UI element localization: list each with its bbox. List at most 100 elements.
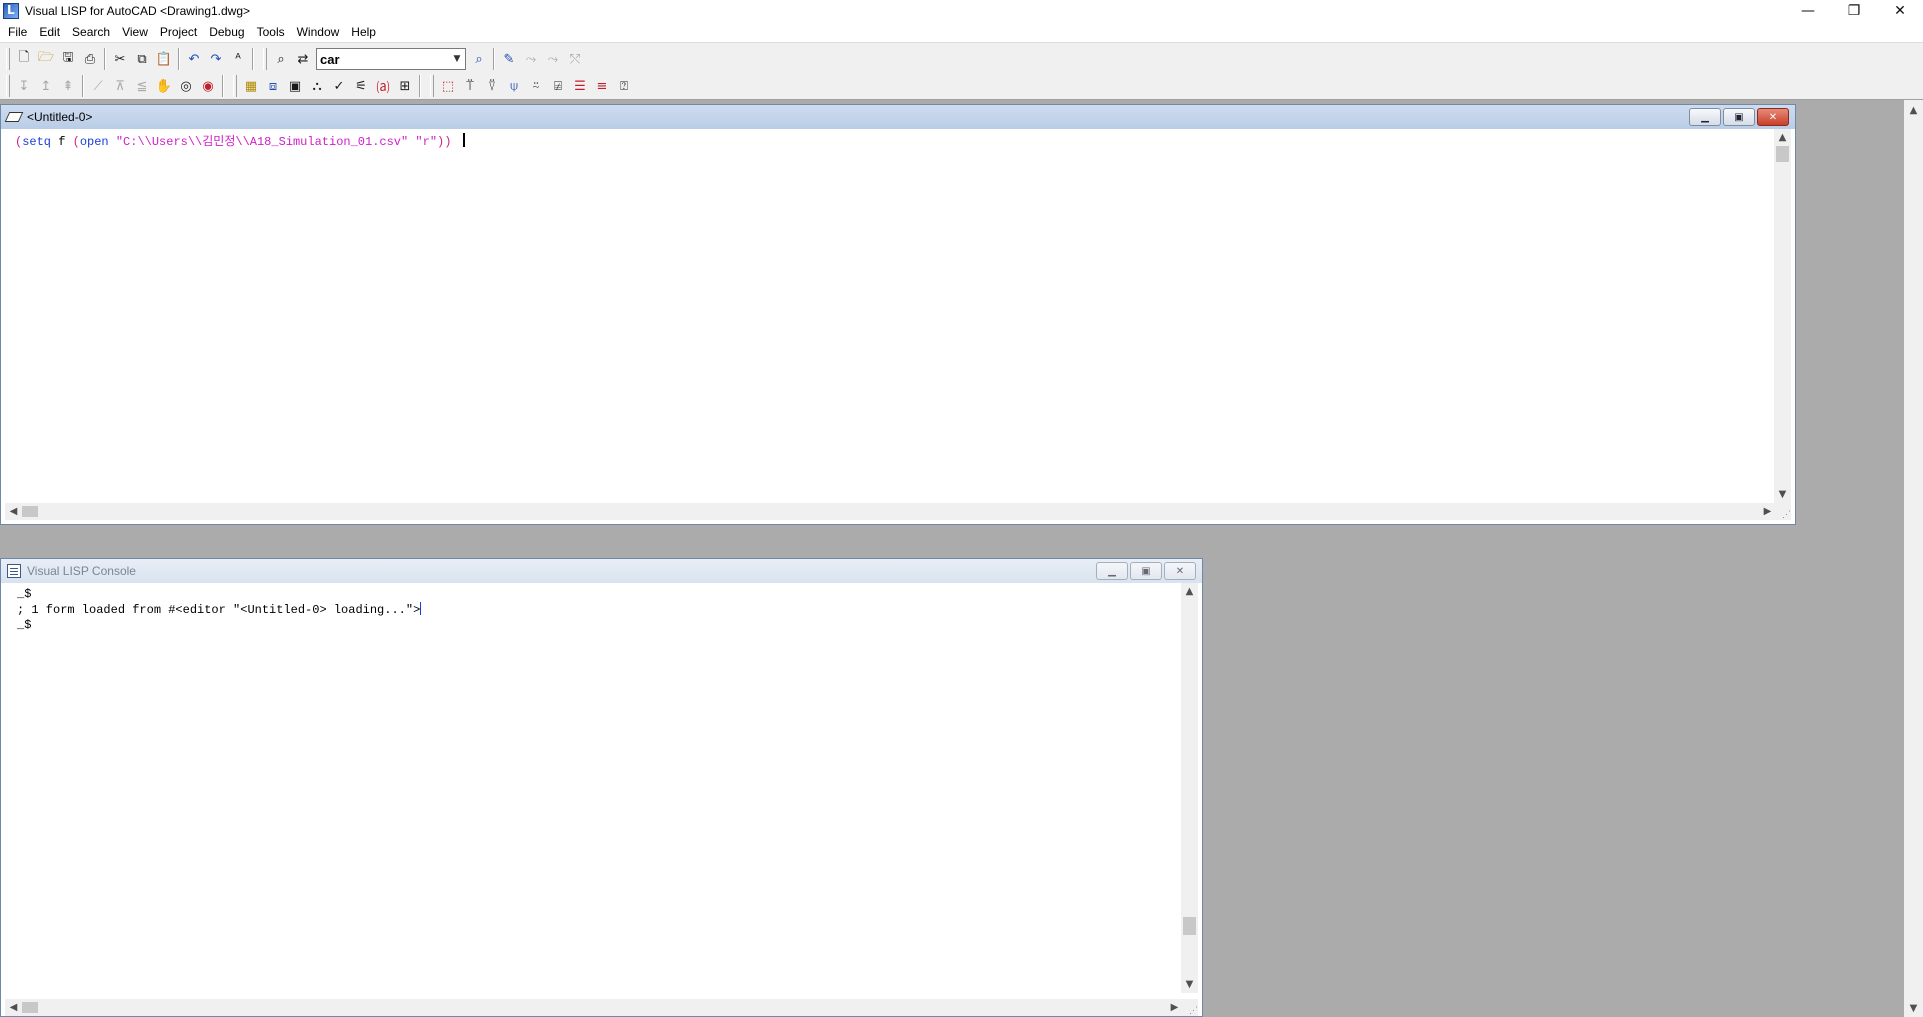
toolbar-grip[interactable]	[263, 48, 267, 70]
editor-caption[interactable]: <Untitled-0> ▁ ▣ ✕	[1, 105, 1795, 129]
resize-grip-icon[interactable]: ⋰	[1774, 503, 1791, 520]
menu-help[interactable]: Help	[345, 22, 382, 42]
trace-icon[interactable]: ⍢	[481, 75, 503, 97]
apropos-icon[interactable]: ⍨	[525, 75, 547, 97]
list-callers-icon[interactable]: ≡	[591, 75, 613, 97]
scroll-down-arrow-icon[interactable]: ▼	[1181, 976, 1198, 993]
editor-document-icon	[4, 112, 24, 122]
menu-edit[interactable]: Edit	[33, 22, 66, 42]
restore-button[interactable]: ❐	[1831, 0, 1877, 22]
console-cursor	[420, 602, 422, 615]
replace-icon[interactable]: ⇄	[292, 48, 314, 70]
find-binoculars-icon[interactable]: ⌕	[270, 48, 292, 70]
menu-view[interactable]: View	[116, 22, 154, 42]
scroll-up-arrow-icon[interactable]: ▲	[1904, 102, 1923, 119]
save-icon[interactable]: 🖫	[57, 48, 79, 70]
step-over-icon: ↥	[40, 78, 52, 94]
editor-vertical-scrollbar[interactable]: ▲ ▼	[1774, 129, 1791, 503]
scroll-up-arrow-icon[interactable]: ▲	[1181, 583, 1198, 600]
editor-horizontal-scrollbar[interactable]: ◀ ▶	[5, 503, 1776, 520]
console-horizontal-scrollbar[interactable]: ◀ ▶	[5, 999, 1183, 1016]
print-icon[interactable]: ⎙	[79, 48, 101, 70]
toolbar-grip[interactable]	[6, 75, 10, 97]
scroll-up-arrow-icon[interactable]: ▲	[1774, 129, 1791, 146]
menu-debug[interactable]: Debug	[203, 22, 250, 42]
help-icon[interactable]: ⍰	[613, 75, 635, 97]
menu-search[interactable]: Search	[66, 22, 116, 42]
console-caption[interactable]: Visual LISP Console ▁ ▣ ✕	[1, 559, 1202, 583]
load-selection-icon[interactable]: ▣	[284, 75, 306, 97]
undo-icon[interactable]: ↶	[183, 48, 205, 70]
toggle-bookmark-icon[interactable]: ✎	[498, 48, 520, 70]
scroll-down-arrow-icon[interactable]: ▼	[1774, 486, 1791, 503]
scroll-left-arrow-icon[interactable]: ◀	[5, 999, 22, 1016]
console-output[interactable]: _$; 1 form loaded from #<editor "<Untitl…	[17, 587, 422, 633]
scrollbar-thumb[interactable]	[1183, 917, 1196, 935]
toggle-list-icon[interactable]: ☰	[569, 75, 591, 97]
editor-close-button[interactable]: ✕	[1757, 108, 1789, 126]
watch-window-icon[interactable]: ⍯	[547, 75, 569, 97]
new-file-icon[interactable]: 🗋	[13, 48, 35, 70]
format-edit-window-icon[interactable]: ⚟	[350, 75, 372, 97]
menu-bar: File Edit Search View Project Debug Tool…	[0, 22, 1923, 42]
console-maximize-button[interactable]: ▣	[1130, 562, 1162, 580]
console-window: Visual LISP Console ▁ ▣ ✕ _$; 1 form loa…	[0, 558, 1203, 1017]
console-text-area[interactable]: _$; 1 form loaded from #<editor "<Untitl…	[5, 583, 1198, 1016]
inspect-icon[interactable]: ⍡	[459, 75, 481, 97]
menu-window[interactable]: Window	[291, 22, 346, 42]
load-active-window-icon[interactable]: ⧈	[262, 75, 284, 97]
editor-title: <Untitled-0>	[27, 110, 93, 124]
mdi-vertical-scrollbar[interactable]: ▲ ▼	[1904, 100, 1923, 1017]
last-break-icon[interactable]: ◉	[197, 75, 219, 97]
toolbar-grip[interactable]	[6, 48, 10, 70]
code-line[interactable]: (setq f (open "C:\\Users\\김민정\\A18_Simul…	[15, 133, 466, 150]
quit-icon: ⊼	[115, 78, 125, 94]
code-string-mode: "r"	[408, 135, 438, 149]
comment-block-icon[interactable]: ⊞	[394, 75, 416, 97]
menu-project[interactable]: Project	[154, 22, 203, 42]
console-minimize-button[interactable]: ▁	[1096, 562, 1128, 580]
console-vertical-scrollbar[interactable]: ▲ ▼	[1181, 583, 1198, 993]
toggle-breakpoint-hand-icon[interactable]: ✋	[153, 75, 175, 97]
format-selection-icon[interactable]: ⒜	[372, 75, 394, 97]
menu-tools[interactable]: Tools	[251, 22, 291, 42]
editor-window: <Untitled-0> ▁ ▣ ✕ (setq f (open "C:\\Us…	[0, 104, 1796, 525]
toolbar-separator	[493, 48, 495, 70]
chevron-down-icon[interactable]: ▼	[449, 49, 465, 69]
editor-text-area[interactable]: (setq f (open "C:\\Users\\김민정\\A18_Simul…	[5, 129, 1791, 520]
check-selection-icon[interactable]: ✓	[328, 75, 350, 97]
add-watch-icon[interactable]: ◎	[175, 75, 197, 97]
scrollbar-thumb[interactable]	[22, 506, 38, 517]
close-button[interactable]: ✕	[1877, 0, 1923, 22]
scrollbar-thumb[interactable]	[22, 1002, 38, 1013]
symbol-service-icon[interactable]: ⍦	[503, 75, 525, 97]
search-combobox[interactable]: car ▼	[316, 48, 466, 70]
editor-maximize-button[interactable]: ▣	[1723, 108, 1755, 126]
code-symbol: f	[51, 135, 73, 149]
open-file-icon[interactable]: 🗁	[35, 48, 57, 70]
scroll-left-arrow-icon[interactable]: ◀	[5, 503, 22, 520]
debug-toolbar: ↧ ↥ ⇞ ⟋ ⊼ ≦ ✋ ◎ ◉ ▦ ⧈ ▣ ⛬ ✓ ⚟ ⒜ ⊞ ⬚ ⍡ ⍢ …	[0, 72, 635, 100]
activate-autocad-icon[interactable]: ▦	[240, 75, 262, 97]
minimize-button[interactable]: —	[1785, 0, 1831, 22]
scrollbar-thumb[interactable]	[1776, 146, 1789, 162]
menu-file[interactable]: File	[2, 22, 33, 42]
clear-bookmarks-icon: ⤲	[569, 51, 581, 67]
scroll-down-arrow-icon[interactable]: ▼	[1904, 1000, 1923, 1017]
redo-icon[interactable]: ↷	[205, 48, 227, 70]
resize-grip-icon[interactable]: ⋰	[1181, 999, 1198, 1016]
console-close-button[interactable]: ✕	[1164, 562, 1196, 580]
complete-word-icon[interactable]: ᴬ	[227, 48, 249, 70]
copy-icon[interactable]: ⧉	[131, 48, 153, 70]
cut-icon[interactable]: ✂	[109, 48, 131, 70]
toolbar-grip[interactable]	[233, 75, 237, 97]
search-input[interactable]: car	[317, 52, 449, 67]
check-edit-window-icon[interactable]: ⛬	[306, 75, 328, 97]
step-out-icon: ⇞	[62, 78, 74, 94]
toolbar-grip[interactable]	[430, 75, 434, 97]
window-title: Visual LISP for AutoCAD <Drawing1.dwg>	[25, 4, 251, 18]
paste-icon[interactable]: 📋	[153, 48, 175, 70]
find-toolbar-icon[interactable]: ⌕	[468, 48, 490, 70]
editor-minimize-button[interactable]: ▁	[1689, 108, 1721, 126]
activate-console-icon[interactable]: ⬚	[437, 75, 459, 97]
